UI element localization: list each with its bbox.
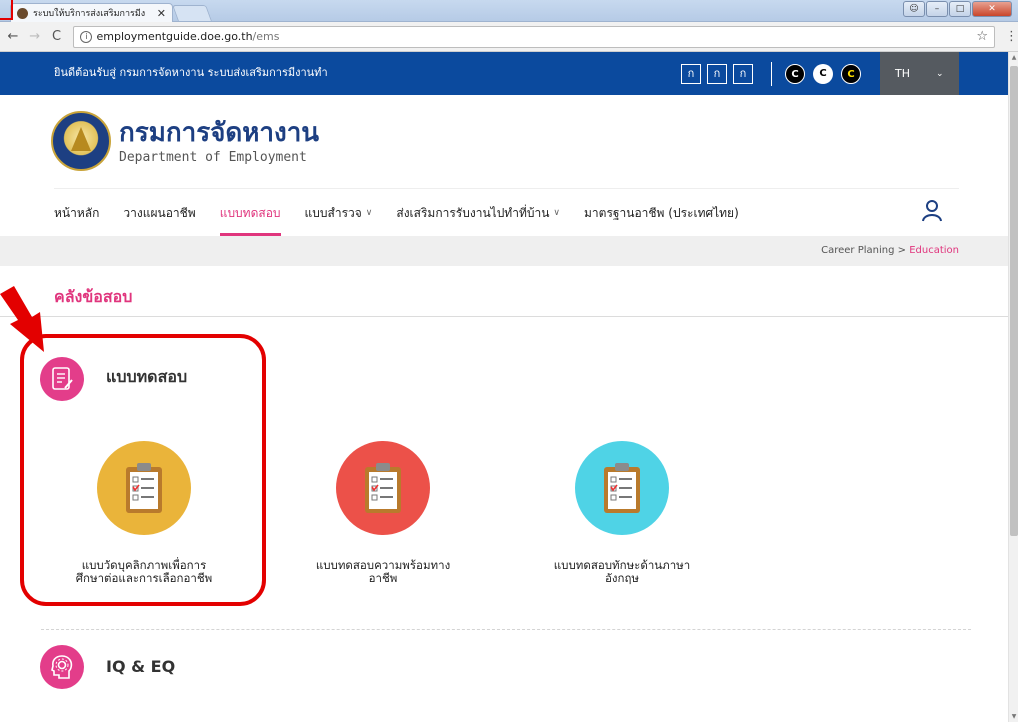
brain-gear-icon [40,645,84,689]
department-seal-icon [51,111,111,171]
window-minimize-button[interactable]: – [926,1,948,17]
language-select[interactable]: TH ⌄ [880,52,959,95]
breadcrumb-parent[interactable]: Career Planing [821,245,894,256]
chevron-down-icon: ∨ [365,208,373,218]
clipboard-icon [575,441,669,535]
category-label-iq-eq: IQ & EQ [106,657,176,676]
breadcrumb-bar: Career Planing > Education [0,236,1008,266]
back-arrow-icon[interactable]: ← [4,29,22,44]
browser-tab-strip: ระบบให้บริการส่งเสริมการมีง ✕ ☺ – □ ✕ [0,0,1018,22]
annotation-corner-marker [0,0,13,20]
clipboard-icon [336,441,430,535]
nav-item-home[interactable]: หน้าหลัก [54,190,99,236]
page-title: คลังข้อสอบ [54,287,133,306]
close-tab-icon[interactable]: ✕ [157,7,166,20]
window-close-button[interactable]: ✕ [972,1,1012,17]
nav-divider [54,188,959,189]
font-size-small-button[interactable]: ก [681,64,701,84]
nav-item-label: มาตรฐานอาชีพ (ประเทศไทย) [584,205,739,220]
contrast-yellow-button[interactable]: C [841,64,861,84]
site-logo[interactable]: กรมการจัดหางาน Department of Employment [51,111,319,171]
nav-item-label: วางแผนอาชีพ [123,205,196,220]
bookmark-star-icon[interactable]: ☆ [976,29,988,44]
test-card-english-skills[interactable]: แบบทดสอบทักษะด้านภาษา อังกฤษ [522,441,722,585]
address-bar: ← → C i employmentguide.doe.go.th/ems ☆ … [0,22,1018,52]
scroll-down-arrow-icon[interactable]: ▼ [1009,713,1018,720]
user-account-icon[interactable] [920,198,944,222]
nav-item-home-work[interactable]: ส่งเสริมการรับงานไปทำที่บ้าน ∨ [396,190,560,236]
nav-item-label: ส่งเสริมการรับงานไปทำที่บ้าน [396,205,550,220]
nav-item-surveys[interactable]: แบบสำรวจ ∨ [305,190,373,236]
url-host: employmentguide.doe.go.th [96,30,253,43]
logo-title-english: Department of Employment [119,149,307,165]
nav-item-label: แบบทดสอบ [219,205,281,220]
test-name-career-readiness: แบบทดสอบความพร้อมทาง อาชีพ [315,558,451,585]
red-arrow-icon [0,286,44,352]
logo-title-thai: กรมการจัดหางาน [119,117,320,148]
breadcrumb: Career Planing > Education [821,245,959,256]
language-value: TH [895,67,910,80]
site-top-bar: ยินดีต้อนรับสู่ กรมการจัดหางาน ระบบส่งเส… [0,52,1008,95]
main-navigation: หน้าหลัก วางแผนอาชีพ แบบทดสอบ แบบสำรวจ ∨ … [54,190,763,236]
nav-item-label: หน้าหลัก [54,205,100,220]
breadcrumb-current: Education [909,245,959,256]
reload-icon[interactable]: C [48,29,66,44]
browser-menu-icon[interactable]: ⋮ [1005,29,1018,44]
browser-tab-title: ระบบให้บริการส่งเสริมการมีง [33,9,146,19]
site-favicon-icon [17,7,28,19]
font-size-large-button[interactable]: ก [733,64,753,84]
window-controls: ☺ – □ ✕ [903,1,1012,17]
welcome-text: ยินดีต้อนรับสู่ กรมการจัดหางาน ระบบส่งเส… [54,66,328,79]
chevron-down-icon: ⌄ [936,68,944,79]
chevron-down-icon: ∨ [553,208,561,218]
nav-item-career-planning[interactable]: วางแผนอาชีพ [123,190,195,236]
category-divider [41,629,971,630]
top-bar-divider [771,62,772,86]
contrast-default-button[interactable]: C [785,64,805,84]
test-name-english-skills: แบบทดสอบทักษะด้านภาษา อังกฤษ [553,558,691,585]
scroll-up-arrow-icon[interactable]: ▲ [1009,54,1018,61]
site-info-icon[interactable]: i [80,30,93,43]
page-scrollbar[interactable]: ▲ ▼ [1008,52,1018,722]
new-tab-button[interactable] [172,5,212,21]
forward-arrow-icon[interactable]: → [26,29,44,44]
section-divider [0,316,1008,317]
font-size-medium-button[interactable]: ก [707,64,727,84]
browser-tab[interactable]: ระบบให้บริการส่งเสริมการมีง ✕ [10,3,173,22]
window-user-button[interactable]: ☺ [903,1,925,17]
nav-item-tests[interactable]: แบบทดสอบ [219,190,281,236]
nav-item-occupational-standards[interactable]: มาตรฐานอาชีพ (ประเทศไทย) [584,190,739,236]
highlight-annotation-box [20,334,266,606]
nav-item-label: แบบสำรวจ [304,205,362,220]
breadcrumb-separator: > [897,245,907,256]
url-input[interactable]: i employmentguide.doe.go.th/ems ☆ [73,25,995,48]
window-maximize-button[interactable]: □ [949,1,971,17]
url-path: /ems [252,30,280,43]
contrast-inverted-button[interactable]: C [813,64,833,84]
scrollbar-thumb[interactable] [1010,66,1018,536]
test-card-career-readiness[interactable]: แบบทดสอบความพร้อมทาง อาชีพ [283,441,483,585]
